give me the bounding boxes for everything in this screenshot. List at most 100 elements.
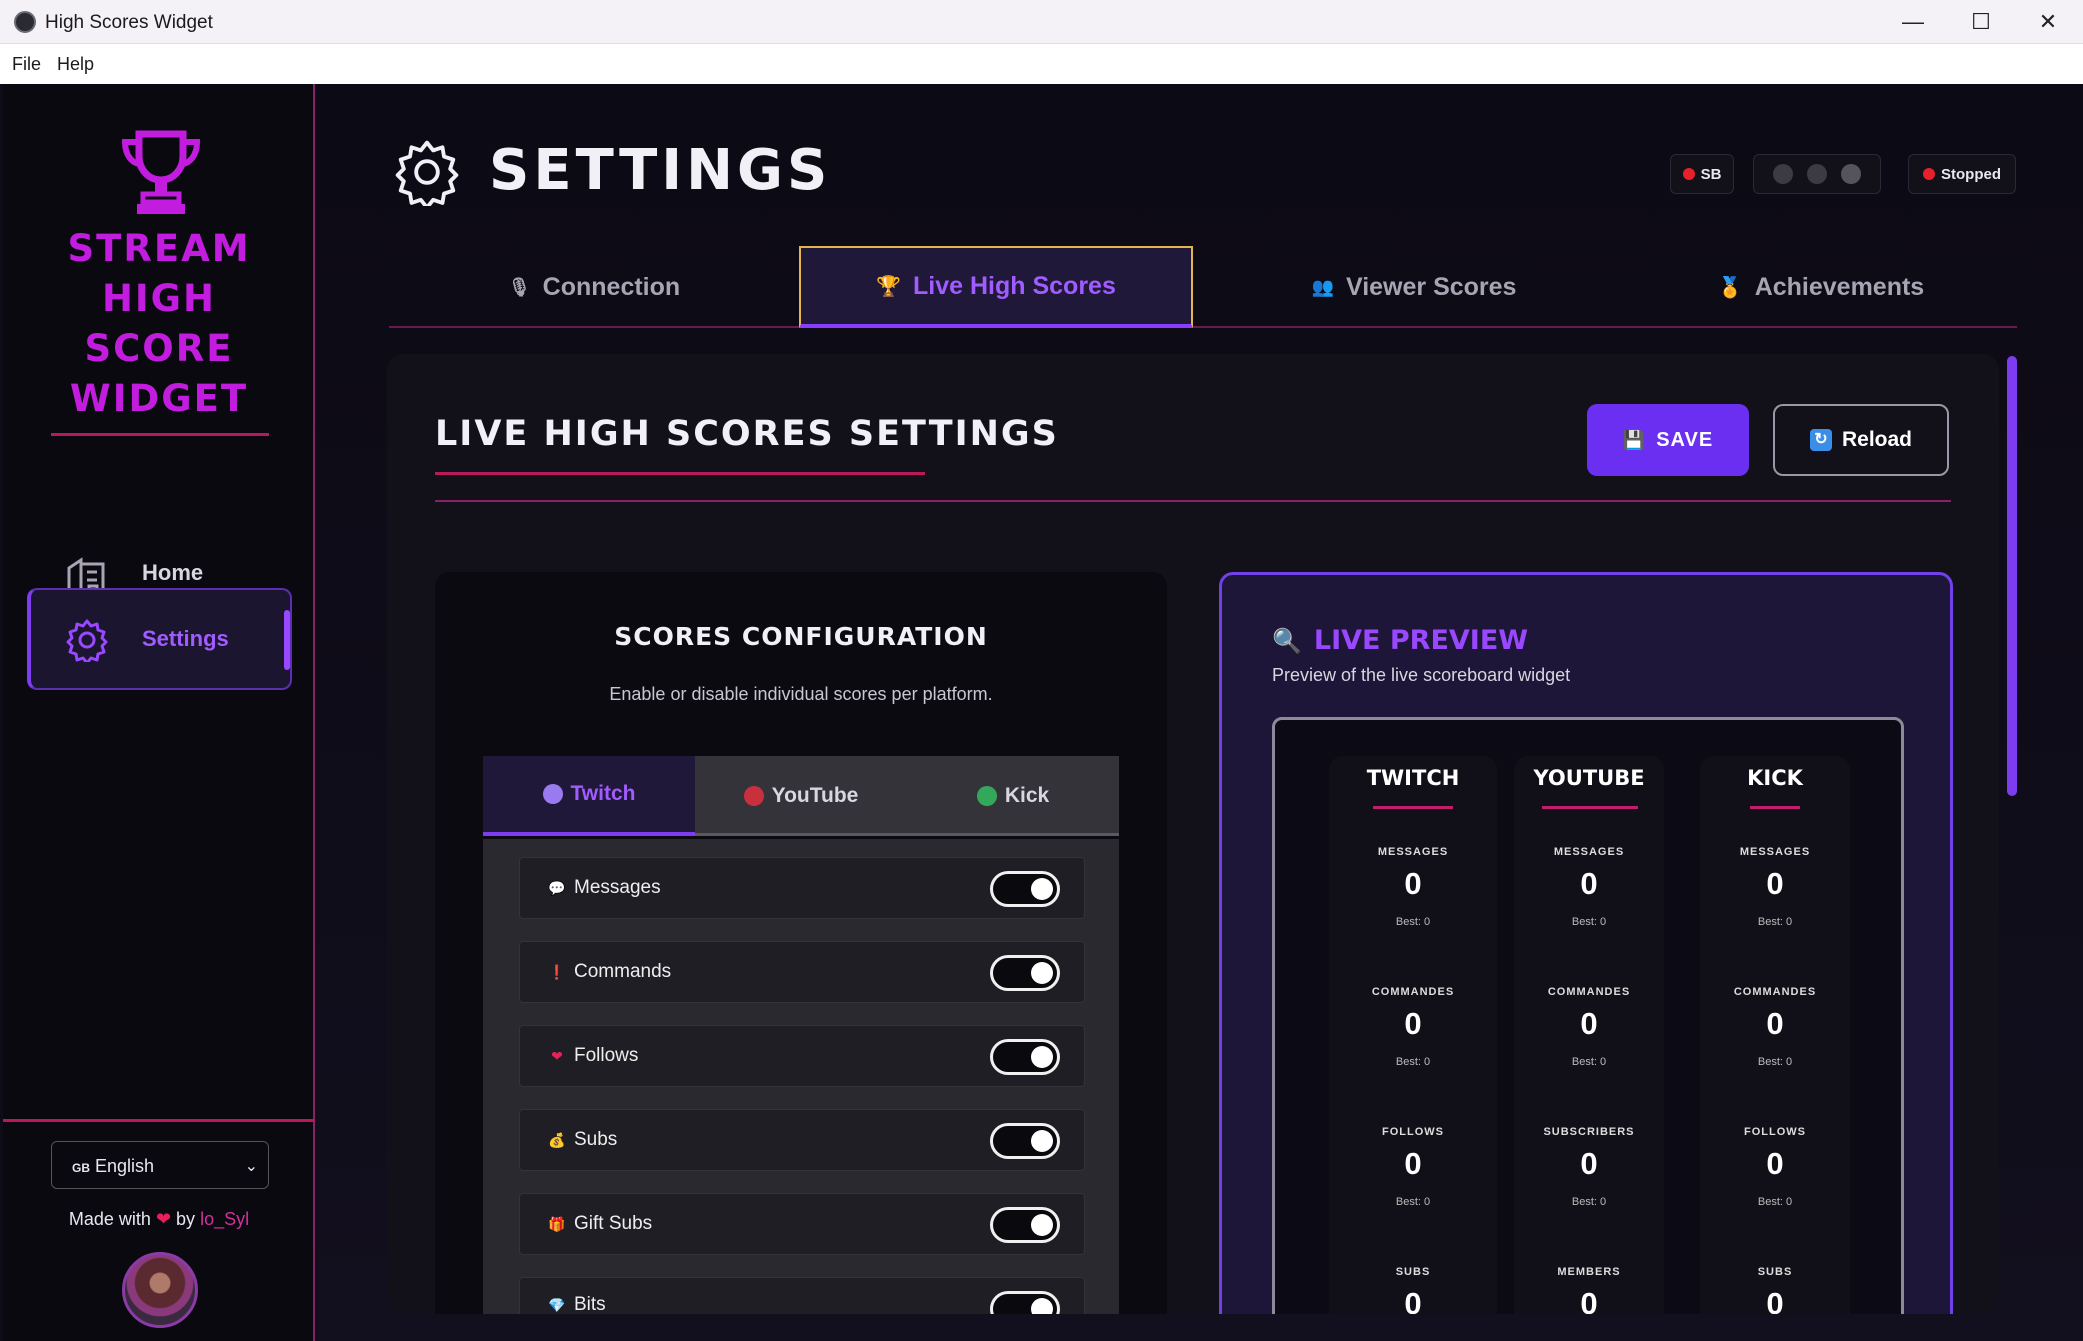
stat-block: MESSAGES 0 Best: 0 xyxy=(1329,846,1497,928)
gem-icon: 💎 xyxy=(548,1297,566,1313)
stat-best: Best: 0 xyxy=(1395,916,1431,928)
stat-block: SUBS 0 xyxy=(1329,1266,1497,1314)
messages-toggle[interactable] xyxy=(990,871,1060,907)
settings-panel: LIVE HIGH SCORES SETTINGS 💾 SAVE ↻ Reloa… xyxy=(387,354,1999,1314)
reload-label: Reload xyxy=(1841,428,1912,451)
youtube-dot-icon xyxy=(743,786,764,806)
close-icon[interactable]: ✕ xyxy=(2013,0,2083,44)
sidebar-item-label: Home xyxy=(142,560,204,585)
stat-value: 0 xyxy=(1580,1146,1598,1181)
microphone-icon: 🎙 xyxy=(507,276,531,297)
stat-block: MEMBERS 0 xyxy=(1514,1266,1664,1314)
commands-toggle[interactable] xyxy=(990,955,1060,991)
row-label: Commands xyxy=(574,961,672,982)
connection-dots xyxy=(1753,154,1881,194)
language-value: English xyxy=(95,1156,155,1176)
stat-value: 0 xyxy=(1580,866,1598,901)
stat-value: 0 xyxy=(1580,1006,1598,1041)
speech-bubble-icon: 💬 xyxy=(548,880,566,896)
kick-dot-icon xyxy=(976,786,997,806)
platform-tab-twitch[interactable]: Twitch xyxy=(483,756,695,836)
stat-label: FOLLOWS xyxy=(1744,1126,1806,1138)
stat-value: 0 xyxy=(1766,1286,1784,1314)
sb-label: SB xyxy=(1700,165,1722,183)
follows-toggle[interactable] xyxy=(990,1039,1060,1075)
state-label: Stopped xyxy=(1941,165,2001,183)
reload-button[interactable]: ↻ Reload xyxy=(1773,404,1949,476)
logo-line-4: WIDGET xyxy=(69,377,249,420)
card-title: SCORES CONFIGURATION xyxy=(614,622,988,651)
stat-best: Best: 0 xyxy=(1571,1196,1607,1208)
platform-tabs: Twitch YouTube Kick xyxy=(483,756,1119,836)
tab-live-high-scores[interactable]: 🏆 Live High Scores xyxy=(799,246,1193,328)
gear-icon xyxy=(66,619,108,662)
tab-viewer-scores[interactable]: 👥 Viewer Scores xyxy=(1219,246,1609,328)
column-header-underline xyxy=(1542,806,1638,809)
platform-tab-youtube[interactable]: YouTube xyxy=(695,756,907,836)
status-dot xyxy=(1682,168,1695,180)
tab-label: Connection xyxy=(542,272,681,301)
tab-connection[interactable]: 🎙 Connection xyxy=(419,246,769,328)
section-title-underline xyxy=(435,472,925,475)
subs-toggle[interactable] xyxy=(990,1123,1060,1159)
gift-icon: 🎁 xyxy=(548,1216,566,1232)
window-titlebar: High Scores Widget — ☐ ✕ xyxy=(0,0,2083,44)
magnifier-icon: 🔍 xyxy=(1272,626,1302,655)
stat-best: Best: 0 xyxy=(1571,916,1607,928)
save-button[interactable]: 💾 SAVE xyxy=(1587,404,1749,476)
list-item: 💰 Subs xyxy=(519,1109,1085,1171)
scoreboard-column-kick: KICK MESSAGES 0 Best: 0 COMMANDES 0 Best: 0 … xyxy=(1700,756,1850,1314)
menu-file[interactable]: File xyxy=(12,54,41,75)
stat-label: MEMBERS xyxy=(1557,1266,1621,1278)
sidebar-item-settings[interactable]: Settings xyxy=(27,588,292,690)
stat-value: 0 xyxy=(1766,1146,1784,1181)
window-title: High Scores Widget xyxy=(45,12,213,33)
stat-value: 0 xyxy=(1404,1286,1422,1314)
stat-block: COMMANDES 0 Best: 0 xyxy=(1514,986,1664,1068)
platform-tab-kick[interactable]: Kick xyxy=(907,756,1119,836)
scrollbar[interactable] xyxy=(2007,356,2017,796)
score-toggle-list: 💬 Messages ❗ Commands ❤ Follows 💰 Subs 🎁 Gift xyxy=(483,839,1119,1314)
app-icon xyxy=(14,11,36,33)
logo-line-1: STREAM xyxy=(67,227,251,270)
stopped-status-badge: Stopped xyxy=(1908,154,2016,194)
page-title: SETTINGS xyxy=(489,138,832,203)
logo-text: STREAM HIGH SCORE WIDGET xyxy=(3,224,315,424)
menu-help[interactable]: Help xyxy=(57,54,94,75)
chevron-down-icon: ⌄ xyxy=(244,1158,258,1175)
sidebar-divider xyxy=(3,1119,315,1122)
stat-label: COMMANDES xyxy=(1371,986,1455,998)
scoreboard-column-youtube: YOUTUBE MESSAGES 0 Best: 0 COMMANDES 0 Best:… xyxy=(1514,756,1664,1314)
list-item: 💎 Bits xyxy=(519,1277,1085,1314)
tab-achievements[interactable]: 🏅 Achievements xyxy=(1625,246,2017,328)
author-link[interactable]: lo_Syl xyxy=(200,1209,249,1229)
bits-toggle[interactable] xyxy=(990,1291,1060,1314)
stat-block: FOLLOWS 0 Best: 0 xyxy=(1700,1126,1850,1208)
list-item: ❤ Follows xyxy=(519,1025,1085,1087)
column-header: TWITCH xyxy=(1366,766,1460,790)
section-divider xyxy=(435,500,1951,502)
stat-value: 0 xyxy=(1766,866,1784,901)
stat-best: Best: 0 xyxy=(1571,1056,1607,1068)
made-with-text: Made with xyxy=(68,1209,151,1229)
language-select[interactable]: GB English ⌄ xyxy=(51,1141,269,1189)
list-item: 💬 Messages xyxy=(519,857,1085,919)
stat-block: SUBS 0 xyxy=(1700,1266,1850,1314)
made-with-credit: Made with ❤ by lo_Syl xyxy=(3,1209,315,1230)
scoreboard-column-twitch: TWITCH MESSAGES 0 Best: 0 COMMANDES 0 Best: … xyxy=(1329,756,1497,1314)
live-preview-card: 🔍 LIVE PREVIEW Preview of the live score… xyxy=(1219,572,1953,1314)
exclamation-icon: ❗ xyxy=(548,964,566,980)
tab-label: Live High Scores xyxy=(913,271,1116,300)
column-header: KICK xyxy=(1747,766,1803,790)
list-item: ❗ Commands xyxy=(519,941,1085,1003)
stat-value: 0 xyxy=(1404,1146,1422,1181)
users-icon: 👥 xyxy=(1311,276,1334,297)
minimize-icon[interactable]: — xyxy=(1878,0,1948,44)
gift-subs-toggle[interactable] xyxy=(990,1207,1060,1243)
maximize-icon[interactable]: ☐ xyxy=(1946,0,2016,44)
save-label: SAVE xyxy=(1656,428,1714,451)
heart-icon: ❤ xyxy=(551,1048,563,1064)
trophy-icon xyxy=(121,130,201,214)
money-bag-icon: 💰 xyxy=(548,1132,566,1148)
stat-best: Best: 0 xyxy=(1757,916,1793,928)
